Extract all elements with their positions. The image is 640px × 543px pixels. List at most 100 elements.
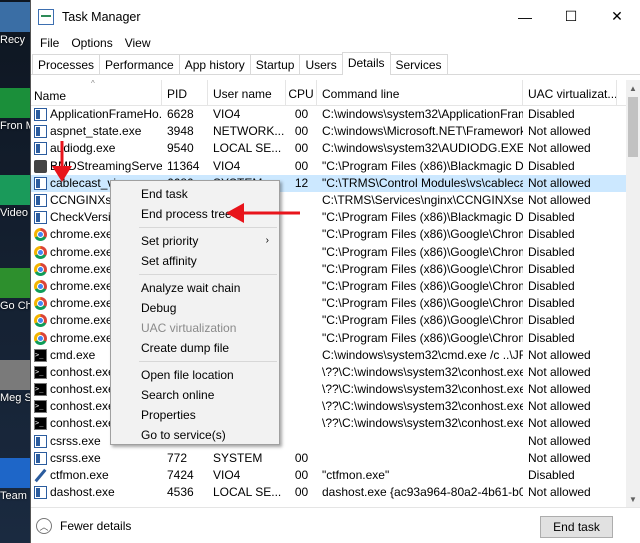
desktop-icon-label: Fron Ma [0,120,30,132]
table-row[interactable]: audiodg.exe 9540 LOCAL SE... 00 C:\windows\s… [31,140,627,157]
process-cpu: 00 [294,107,309,122]
process-name: audiodg.exe [50,141,116,156]
process-uac: Not allowed [528,364,591,379]
tab-app-history[interactable]: App history [178,54,251,74]
chevron-up-icon: ︿ [36,518,52,534]
context-menu-properties[interactable]: Properties [111,405,279,425]
column-header[interactable]: UAC virtualizat... [523,80,617,105]
process-uac: Not allowed [528,347,591,362]
context-menu-go-to-service-s[interactable]: Go to service(s) [111,425,279,445]
process-uac: Disabled [528,278,575,293]
process-uac: Not allowed [528,416,591,431]
desktop-icon[interactable]: Video Conf [0,175,30,219]
process-cmd: \??\C:\windows\system32\conhost.exe 0... [322,364,523,379]
pen-process-icon [34,469,47,482]
menu-view[interactable]: View [119,36,157,50]
process-cmd: \??\C:\windows\system32\conhost.exe 0... [322,416,523,431]
desktop-icon[interactable]: Recy [0,2,30,46]
desktop-icon[interactable]: Meg Stor [0,360,30,404]
process-uac: Not allowed [528,175,591,190]
table-row[interactable]: ctfmon.exe 7424 VIO4 00 "ctfmon.exe" Disabled [31,467,627,484]
minimize-button[interactable]: — [502,0,548,33]
context-menu-search-online[interactable]: Search online [111,385,279,405]
process-cmd: "C:\Program Files (x86)\Google\Chrom... [322,278,523,293]
tab-details[interactable]: Details [341,52,391,75]
tab-processes[interactable]: Processes [32,54,101,74]
context-menu-end-task[interactable]: End task [111,184,279,204]
process-pid: 772 [167,450,188,465]
process-name: cmd.exe [50,347,96,362]
vertical-scrollbar[interactable]: ▲ ▼ [626,80,640,508]
window-title: Task Manager [62,9,141,24]
app-process-icon [34,486,47,500]
context-menu-create-dump-file[interactable]: Create dump file [111,338,279,358]
fewer-details-link[interactable]: ︿ Fewer details [36,518,131,534]
context-menu-set-affinity[interactable]: Set affinity [111,251,279,271]
close-button[interactable]: ✕ [594,0,640,33]
desktop-icon-label: Team [0,490,27,502]
cmd-process-icon [34,398,47,415]
table-row[interactable]: BMDStreamingServe... 11364 VIO4 00 "C:\Progr… [31,158,627,175]
table-row[interactable]: aspnet_state.exe 3948 NETWORK... 00 C:\windo… [31,123,627,140]
process-user: VIO4 [213,107,241,122]
menu-file[interactable]: File [34,36,65,50]
process-name: aspnet_state.exe [50,124,142,139]
column-header[interactable]: Command line [317,80,523,105]
process-name: chrome.exe [50,244,113,259]
table-row[interactable]: ApplicationFrameHo... 6628 VIO4 00 C:\window… [31,106,627,123]
title-bar[interactable]: Task Manager — ☐ ✕ [31,0,640,33]
app-process-icon [34,176,47,190]
table-row[interactable]: dashost.exe 4536 LOCAL SE... 00 dashost.exe … [31,484,627,501]
menu-separator [139,227,277,228]
process-cpu: 00 [294,141,309,156]
desktop-icon-label: Meg Stor [0,392,30,404]
process-uac: Disabled [528,468,575,483]
process-name-cell: ctfmon.exe [31,467,162,484]
process-name: chrome.exe [50,278,113,293]
scrollbar-thumb[interactable] [628,97,638,157]
process-cpu: 00 [294,468,309,483]
app-process-icon [34,451,47,465]
process-pid: 6628 [167,107,194,122]
tab-services[interactable]: Services [389,54,448,74]
desktop-icon-label: Go Chi [0,300,30,312]
desktop-icon[interactable]: Team [0,458,30,502]
process-name-cell: csrss.exe [31,450,162,467]
context-menu-end-process-tree[interactable]: End process tree [111,204,279,224]
scroll-up-icon[interactable]: ▲ [626,80,640,97]
chevron-right-icon: › [265,235,269,246]
process-name: csrss.exe [50,433,101,448]
column-header[interactable]: Name [31,80,162,105]
process-user: NETWORK... [213,124,285,139]
tab-startup[interactable]: Startup [249,54,301,74]
process-name: conhost.exe [50,399,115,414]
context-menu-uac-virtualization: UAC virtualization [141,321,237,335]
process-name-cell: ApplicationFrameHo... [31,106,162,123]
process-cmd: "C:\Program Files (x86)\Google\Chrom... [322,296,523,311]
desktop-shortcut-icon [0,2,30,32]
menu-separator [139,361,277,362]
context-menu-set-priority[interactable]: Set priority › [111,231,279,251]
process-user: SYSTEM [213,450,263,465]
column-header[interactable]: PID [162,80,208,105]
desktop-icon[interactable]: Go Chi [0,268,30,312]
tab-performance[interactable]: Performance [99,54,180,74]
process-uac: Disabled [528,158,575,173]
process-cmd: C:\TRMS\Services\nginx\CCNGINXserv... [322,193,523,208]
maximize-button[interactable]: ☐ [548,0,594,33]
process-uac: Disabled [528,227,575,242]
column-header[interactable]: CPU [286,80,317,105]
process-uac: Not allowed [528,450,591,465]
process-pid: 3948 [167,124,194,139]
context-menu-open-file-location[interactable]: Open file location [111,365,279,385]
tab-users[interactable]: Users [299,54,343,74]
context-menu-debug[interactable]: Debug [111,298,279,318]
menu-options[interactable]: Options [65,36,118,50]
context-menu-analyze-wait-chain[interactable]: Analyze wait chain [111,278,279,298]
end-task-button[interactable]: End task [540,516,613,538]
desktop-icon[interactable]: Fron Ma [0,88,30,132]
column-header[interactable]: User name [208,80,286,105]
table-row[interactable]: csrss.exe 772 SYSTEM 00 Not allowed [31,450,627,467]
scroll-down-icon[interactable]: ▼ [626,491,640,508]
process-name: conhost.exe [50,364,115,379]
